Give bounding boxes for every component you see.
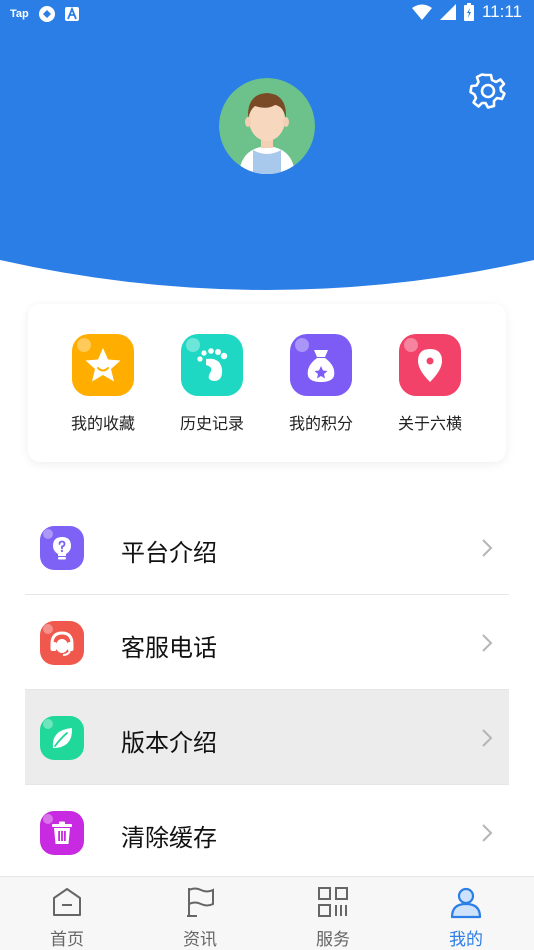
menu-item-label: 平台介绍 [121, 539, 217, 567]
leaf-icon [40, 716, 84, 760]
settings-gear-icon[interactable] [469, 72, 507, 110]
sync-icon [38, 6, 55, 22]
tab-label: 资讯 [183, 930, 217, 950]
quick-action-label: 我的积分 [288, 414, 353, 433]
user-icon [450, 887, 482, 919]
money-bag-icon [290, 334, 352, 396]
quick-action-favorites[interactable]: 我的收藏 [48, 334, 158, 434]
tap-app-indicator: Tap [10, 8, 29, 20]
clock-time: 11:11 [481, 2, 522, 21]
tab-home[interactable]: 首页 [27, 885, 107, 950]
quick-action-label: 关于六横 [397, 414, 462, 433]
menu-item-platform-intro[interactable]: 平台介绍 [25, 500, 509, 595]
chevron-right-icon [482, 539, 493, 557]
boy-avatar-icon [219, 78, 315, 174]
quick-action-history[interactable]: 历史记录 [157, 334, 267, 434]
flag-icon [187, 887, 214, 917]
lightbulb-icon [40, 526, 84, 570]
star-icon [72, 334, 134, 396]
footprint-icon [181, 334, 243, 396]
chevron-right-icon [482, 824, 493, 842]
tab-label: 服务 [316, 930, 350, 950]
status-bar: Tap 11:11 [0, 0, 534, 28]
menu-item-label: 版本介绍 [121, 729, 217, 757]
chevron-right-icon [482, 729, 493, 747]
bottom-navigation-bar: 首页 资讯 服务 我的 [0, 876, 534, 950]
home-icon [53, 888, 81, 916]
battery-icon [463, 3, 474, 21]
chevron-right-icon [482, 634, 493, 652]
tab-services[interactable]: 服务 [293, 885, 373, 950]
location-pin-icon [399, 334, 461, 396]
quick-action-label: 我的收藏 [70, 414, 135, 433]
settings-menu-list: 平台介绍 客服电话 版本介绍 清除缓存 [25, 500, 509, 880]
grid-icon [318, 887, 348, 917]
quick-action-about[interactable]: 关于六横 [375, 334, 485, 434]
menu-item-label: 清除缓存 [121, 824, 217, 852]
signal-icon [439, 4, 456, 20]
tab-label: 首页 [50, 930, 84, 950]
menu-item-label: 客服电话 [121, 634, 217, 662]
wifi-icon [411, 4, 432, 20]
menu-item-version-intro[interactable]: 版本介绍 [25, 690, 509, 785]
quick-action-points[interactable]: 我的积分 [266, 334, 376, 434]
profile-header [0, 28, 534, 294]
headset-icon [40, 621, 84, 665]
tab-label: 我的 [449, 930, 483, 950]
quick-actions-card: 我的收藏 历史记录 我的积分 关于六横 [28, 304, 506, 462]
font-a-icon [64, 7, 79, 21]
tab-mine[interactable]: 我的 [426, 885, 506, 950]
quick-action-label: 历史记录 [179, 414, 244, 433]
tab-news[interactable]: 资讯 [160, 885, 240, 950]
trash-icon [40, 811, 84, 855]
avatar[interactable] [219, 78, 315, 174]
menu-item-customer-service[interactable]: 客服电话 [25, 595, 509, 690]
menu-item-clear-cache[interactable]: 清除缓存 [25, 785, 509, 880]
